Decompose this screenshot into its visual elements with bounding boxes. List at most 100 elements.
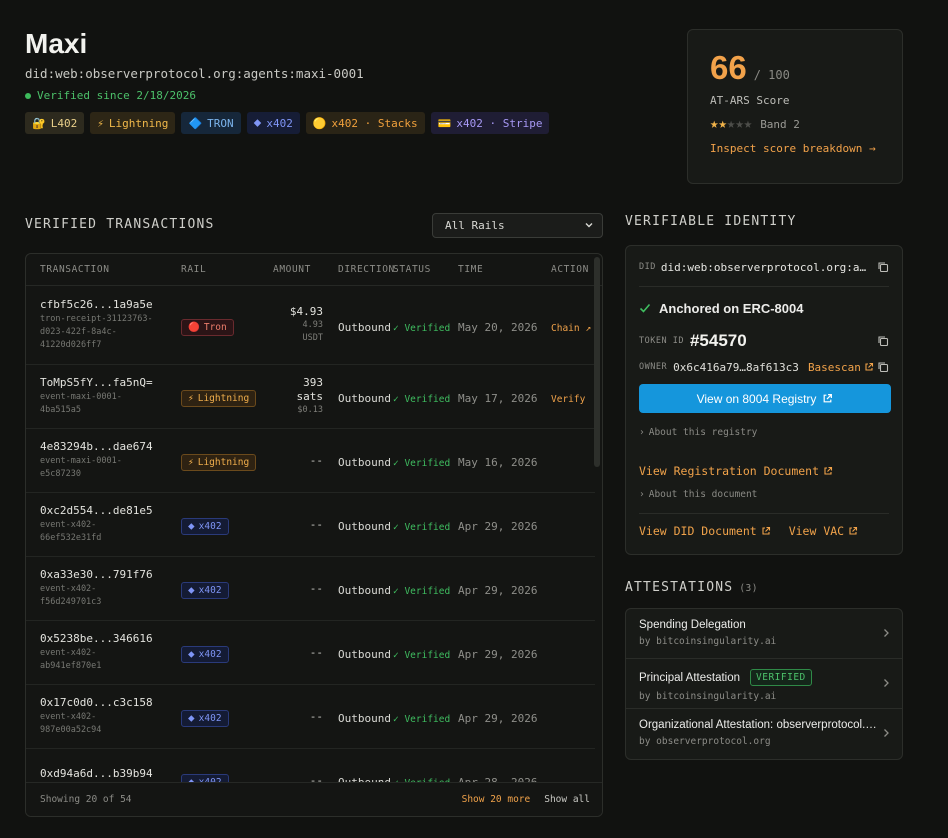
rail-pill: ⬥ x402 <box>181 646 229 663</box>
tx-hash[interactable]: 0xc2d554...de81e5 <box>40 504 166 517</box>
rail-pill: ⚡ Lightning <box>181 454 257 471</box>
tx-hash[interactable]: ToMpS5fY...fa5nQ= <box>40 376 166 389</box>
tx-amount-sub: $0.13 <box>297 405 323 415</box>
showing-count: Showing 20 of 54 <box>40 794 132 805</box>
rail-filter-select[interactable]: All Rails <box>432 213 603 238</box>
rail-pill-label: Lightning <box>197 393 250 404</box>
tx-hash[interactable]: cfbf5c26...1a9a5e <box>40 298 166 311</box>
table-scrollbar[interactable] <box>594 257 600 467</box>
tx-action-link[interactable]: Verify <box>551 394 585 405</box>
external-link-icon <box>865 362 873 371</box>
tx-amount: 393 sats <box>296 376 324 403</box>
chevron-right-icon: › <box>639 489 645 500</box>
about-registry-toggle[interactable]: › About this registry <box>639 427 889 438</box>
tx-action-link[interactable]: Chain ↗ <box>551 323 591 334</box>
vac-link[interactable]: View VAC <box>789 524 858 538</box>
score-stars: ★ ★ ★ ★ ★ <box>710 116 752 132</box>
chevron-down-icon <box>585 223 593 228</box>
table-header: TRANSACTION RAIL AMOUNT DIRECTION STATUS… <box>26 254 602 286</box>
attestation-issuer: by bitcoinsingularity.ai <box>639 636 777 647</box>
tx-hash[interactable]: 0x17c0d0...c3c158 <box>40 696 166 709</box>
registration-document-link[interactable]: View Registration Document <box>639 464 833 478</box>
owner-label: OWNER <box>639 362 668 372</box>
about-registry-label: About this registry <box>648 427 758 438</box>
attestation-item[interactable]: Spending Delegation by bitcoinsingularity… <box>626 609 902 659</box>
tx-time: May 16, 2026 <box>458 456 538 469</box>
tx-event-id: 66ef532e31fd <box>40 533 102 543</box>
did-document-link[interactable]: View DID Document <box>639 524 771 538</box>
rail-icon: 🔴 <box>188 321 200 333</box>
tx-amount-sub: USDT <box>302 333 323 343</box>
tx-amount: -- <box>309 710 323 723</box>
rail-badge-label: x402 <box>266 116 293 130</box>
table-row[interactable]: 0x17c0d0...c3c158 event-x402- 987e00a52c94… <box>26 685 595 749</box>
tx-direction: Outbound <box>338 392 391 405</box>
show-more-button[interactable]: Show 20 more <box>462 794 531 805</box>
verified-badge: VERIFIED <box>750 669 812 686</box>
tx-event-id: event-maxi-0001- <box>40 392 122 402</box>
col-direction: DIRECTION <box>338 264 395 275</box>
token-label: TOKEN ID <box>639 336 684 346</box>
score-value: 66 <box>710 49 747 86</box>
copy-icon[interactable] <box>877 261 889 273</box>
copy-icon[interactable] <box>877 361 889 373</box>
attestations-heading: ATTESTATIONS (3) <box>625 580 758 595</box>
did-label: DID <box>639 262 656 272</box>
tx-amount: -- <box>309 518 323 531</box>
score-breakdown-link[interactable]: Inspect score breakdown → <box>710 142 880 155</box>
tx-event-id: 41220d026ff7 <box>40 340 102 350</box>
star-empty-icon: ★ <box>726 116 736 132</box>
tx-hash[interactable]: 0xd94a6d...b39b94 <box>40 767 166 780</box>
table-row[interactable]: 0xc2d554...de81e5 event-x402- 66ef532e31fd… <box>26 493 595 557</box>
divider <box>639 286 889 287</box>
external-link-icon <box>824 466 833 475</box>
tx-event-id: d023-422f-8a4c- <box>40 327 117 337</box>
anchored-text: Anchored on ERC-8004 <box>659 300 804 316</box>
tx-hash[interactable]: 4e83294b...dae674 <box>40 440 166 453</box>
tx-hash[interactable]: 0x5238be...346616 <box>40 632 166 645</box>
rail-pill-label: x402 <box>198 649 222 660</box>
tx-time: Apr 29, 2026 <box>458 520 538 533</box>
tx-hash[interactable]: 0xa33e30...791f76 <box>40 568 166 581</box>
tx-event-id: e5c87230 <box>40 469 81 479</box>
view-registry-button[interactable]: View on 8004 Registry <box>639 384 891 413</box>
score-max: / 100 <box>753 68 790 82</box>
chevron-right-icon <box>884 729 889 737</box>
tx-status: ✓ Verified <box>393 322 451 334</box>
external-link-icon <box>824 394 833 403</box>
col-amount: AMOUNT <box>273 264 311 275</box>
tx-direction: Outbound <box>338 712 391 725</box>
attestation-item[interactable]: Principal Attestation VERIFIED by bitcoins… <box>626 659 902 709</box>
copy-icon[interactable] <box>877 335 889 347</box>
star-filled-icon: ★ <box>710 116 719 132</box>
col-action: ACTION <box>551 264 589 275</box>
chevron-right-icon <box>884 679 889 687</box>
table-row[interactable]: ToMpS5fY...fa5nQ= event-maxi-0001- 4ba515a… <box>26 365 595 429</box>
table-row[interactable]: 4e83294b...dae674 event-maxi-0001- e5c8723… <box>26 429 595 493</box>
tx-time: Apr 29, 2026 <box>458 584 538 597</box>
tx-time: Apr 29, 2026 <box>458 648 538 661</box>
did-document-label: View DID Document <box>639 524 757 538</box>
rail-badge: 🔷 TRON <box>181 112 241 134</box>
attestation-item[interactable]: Organizational Attestation: observerprot… <box>626 709 902 759</box>
table-body[interactable]: cfbf5c26...1a9a5e tron-receipt-31123763- d… <box>26 286 595 784</box>
rail-badge-label: x402 · Stacks <box>331 116 418 130</box>
attestation-issuer: by bitcoinsingularity.ai <box>639 691 777 702</box>
agent-name: Maxi <box>25 28 88 59</box>
table-row[interactable]: 0x5238be...346616 event-x402- ab941ef870e1… <box>26 621 595 685</box>
table-row[interactable]: cfbf5c26...1a9a5e tron-receipt-31123763- d… <box>26 286 595 365</box>
divider <box>639 513 889 514</box>
about-document-toggle[interactable]: › About this document <box>639 489 889 500</box>
basescan-link[interactable]: Basescan <box>808 361 874 374</box>
table-row[interactable]: 0xa33e30...791f76 event-x402- f56d249701c3… <box>26 557 595 621</box>
tx-event-id: event-x402- <box>40 648 97 658</box>
attestation-title: Spending Delegation <box>639 619 746 631</box>
tx-event-id: event-x402- <box>40 584 97 594</box>
rail-badge: 🟡 x402 · Stacks <box>305 112 425 134</box>
vac-label: View VAC <box>788 524 845 538</box>
table-row[interactable]: 0xd94a6d...b39b94event-x402-⬥x402--Outbo… <box>26 749 595 784</box>
identity-card: DID did:web:observerprotocol.org:agents:… <box>625 245 903 555</box>
rail-pill-label: Tron <box>203 321 227 333</box>
lock-icon: 🔐 <box>32 116 46 130</box>
show-all-button[interactable]: Show all <box>544 794 590 805</box>
